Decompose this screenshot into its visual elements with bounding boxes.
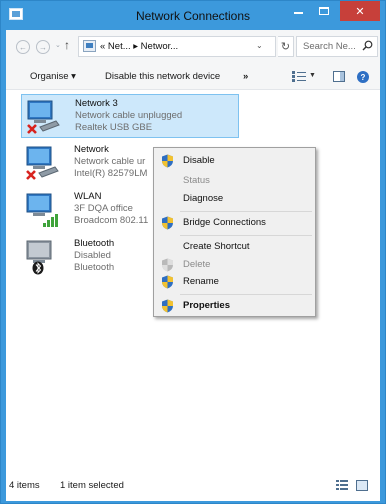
menu-separator (180, 211, 312, 212)
back-arrow-icon: ← (19, 42, 27, 52)
wifi-signal-icon (26, 193, 58, 227)
uac-shield-icon (162, 299, 173, 313)
menu-item-create-shortcut[interactable]: Create Shortcut (156, 237, 314, 257)
search-input[interactable]: Search Ne... (296, 36, 378, 57)
menu-item-label: Properties (183, 300, 230, 311)
minimize-button[interactable] (285, 1, 311, 21)
recent-locations-dropdown[interactable]: ⌄ (55, 41, 61, 49)
uac-shield-icon (162, 154, 173, 168)
refresh-icon: ↻ (280, 41, 291, 53)
connection-device: Realtek USB GBE (75, 122, 153, 133)
status-bar: 4 items 1 item selected (6, 471, 380, 501)
search-placeholder: Search Ne... (303, 41, 356, 52)
menu-item-label: Diagnose (183, 193, 224, 204)
context-menu: Disable Status Diagnose Bridge Connectio… (153, 147, 316, 317)
menu-separator (180, 294, 312, 295)
maximize-button[interactable] (311, 1, 337, 21)
back-button[interactable]: ← (16, 40, 30, 54)
connection-status: 3F DQA office (74, 203, 133, 214)
command-bar: Organise ▾ Disable this network device »… (6, 64, 380, 90)
refresh-button[interactable]: ↻ (278, 36, 294, 57)
up-button[interactable]: ↑ (64, 38, 70, 52)
view-options-dropdown-icon[interactable]: ▼ (309, 72, 316, 79)
uac-shield-icon (162, 216, 173, 230)
menu-separator (180, 235, 312, 236)
menu-item-diagnose[interactable]: Diagnose (156, 189, 314, 209)
menu-item-label: Create Shortcut (183, 241, 250, 252)
connection-name: WLAN (74, 191, 102, 202)
menu-item-label: Rename (183, 276, 219, 287)
ethernet-disconnected-icon (26, 146, 59, 180)
menu-item-rename[interactable]: Rename (156, 272, 314, 292)
explorer-client-area: ← → ⌄ ↑ « Net... ▸ Networ... ⌄ ↻ Search … (6, 30, 380, 501)
bluetooth-icon (26, 240, 52, 275)
connection-status: Network cable ur (74, 156, 146, 167)
more-commands-button[interactable]: » (243, 71, 248, 82)
connection-status: Disabled (74, 250, 111, 261)
menu-item-label: Delete (183, 259, 211, 270)
organise-button[interactable]: Organise ▾ (30, 71, 76, 82)
connection-name: Network 3 (75, 98, 118, 109)
menu-item-label: Bridge Connections (183, 217, 266, 228)
connection-device: Broadcom 802.11 (74, 215, 149, 226)
menu-item-disable[interactable]: Disable (156, 151, 314, 171)
connection-status: Network cable unplugged (75, 110, 183, 121)
connection-name: Bluetooth (74, 238, 115, 249)
menu-item-properties[interactable]: Properties (156, 296, 314, 316)
change-view-icon[interactable] (292, 70, 306, 83)
uac-shield-disabled-icon (162, 258, 173, 272)
details-view-icon[interactable] (336, 480, 348, 491)
selection-count: 1 item selected (60, 480, 124, 491)
address-bar[interactable]: « Net... ▸ Networ... ⌄ (78, 36, 276, 57)
large-icons-view-icon[interactable] (356, 480, 368, 491)
forward-button[interactable]: → (36, 40, 50, 54)
connection-item-network-3[interactable]: Network 3 Network cable unplugged Realte… (21, 94, 239, 138)
menu-item-bridge-connections[interactable]: Bridge Connections (156, 213, 314, 233)
menu-item-label: Disable (183, 155, 215, 166)
help-icon[interactable]: ? (357, 71, 369, 83)
control-panel-icon (83, 40, 96, 52)
maximize-icon (319, 7, 329, 15)
menu-item-label: Status (183, 175, 210, 186)
connection-device: Bluetooth (74, 262, 115, 273)
address-dropdown-icon[interactable]: ⌄ (256, 41, 263, 50)
close-button[interactable]: ✕ (340, 1, 380, 21)
ethernet-disconnected-icon (27, 100, 60, 134)
connection-name: Network (74, 144, 109, 155)
menu-item-status[interactable]: Status (156, 171, 314, 191)
minimize-icon (293, 12, 303, 14)
item-count: 4 items (9, 480, 40, 491)
address-path[interactable]: « Net... ▸ Networ... (100, 41, 178, 52)
forward-arrow-icon: → (39, 42, 47, 52)
uac-shield-icon (162, 275, 173, 289)
close-icon: ✕ (355, 5, 365, 18)
address-row: ← → ⌄ ↑ « Net... ▸ Networ... ⌄ ↻ Search … (6, 30, 380, 64)
disable-network-device-button[interactable]: Disable this network device (105, 71, 220, 82)
search-icon (362, 40, 373, 51)
preview-pane-icon[interactable] (333, 71, 345, 82)
title-bar[interactable]: Network Connections ✕ (1, 1, 385, 30)
explorer-window: Network Connections ✕ ← → ⌄ ↑ « Net... ▸… (0, 0, 386, 504)
connection-device: Intel(R) 82579LM (74, 168, 148, 179)
